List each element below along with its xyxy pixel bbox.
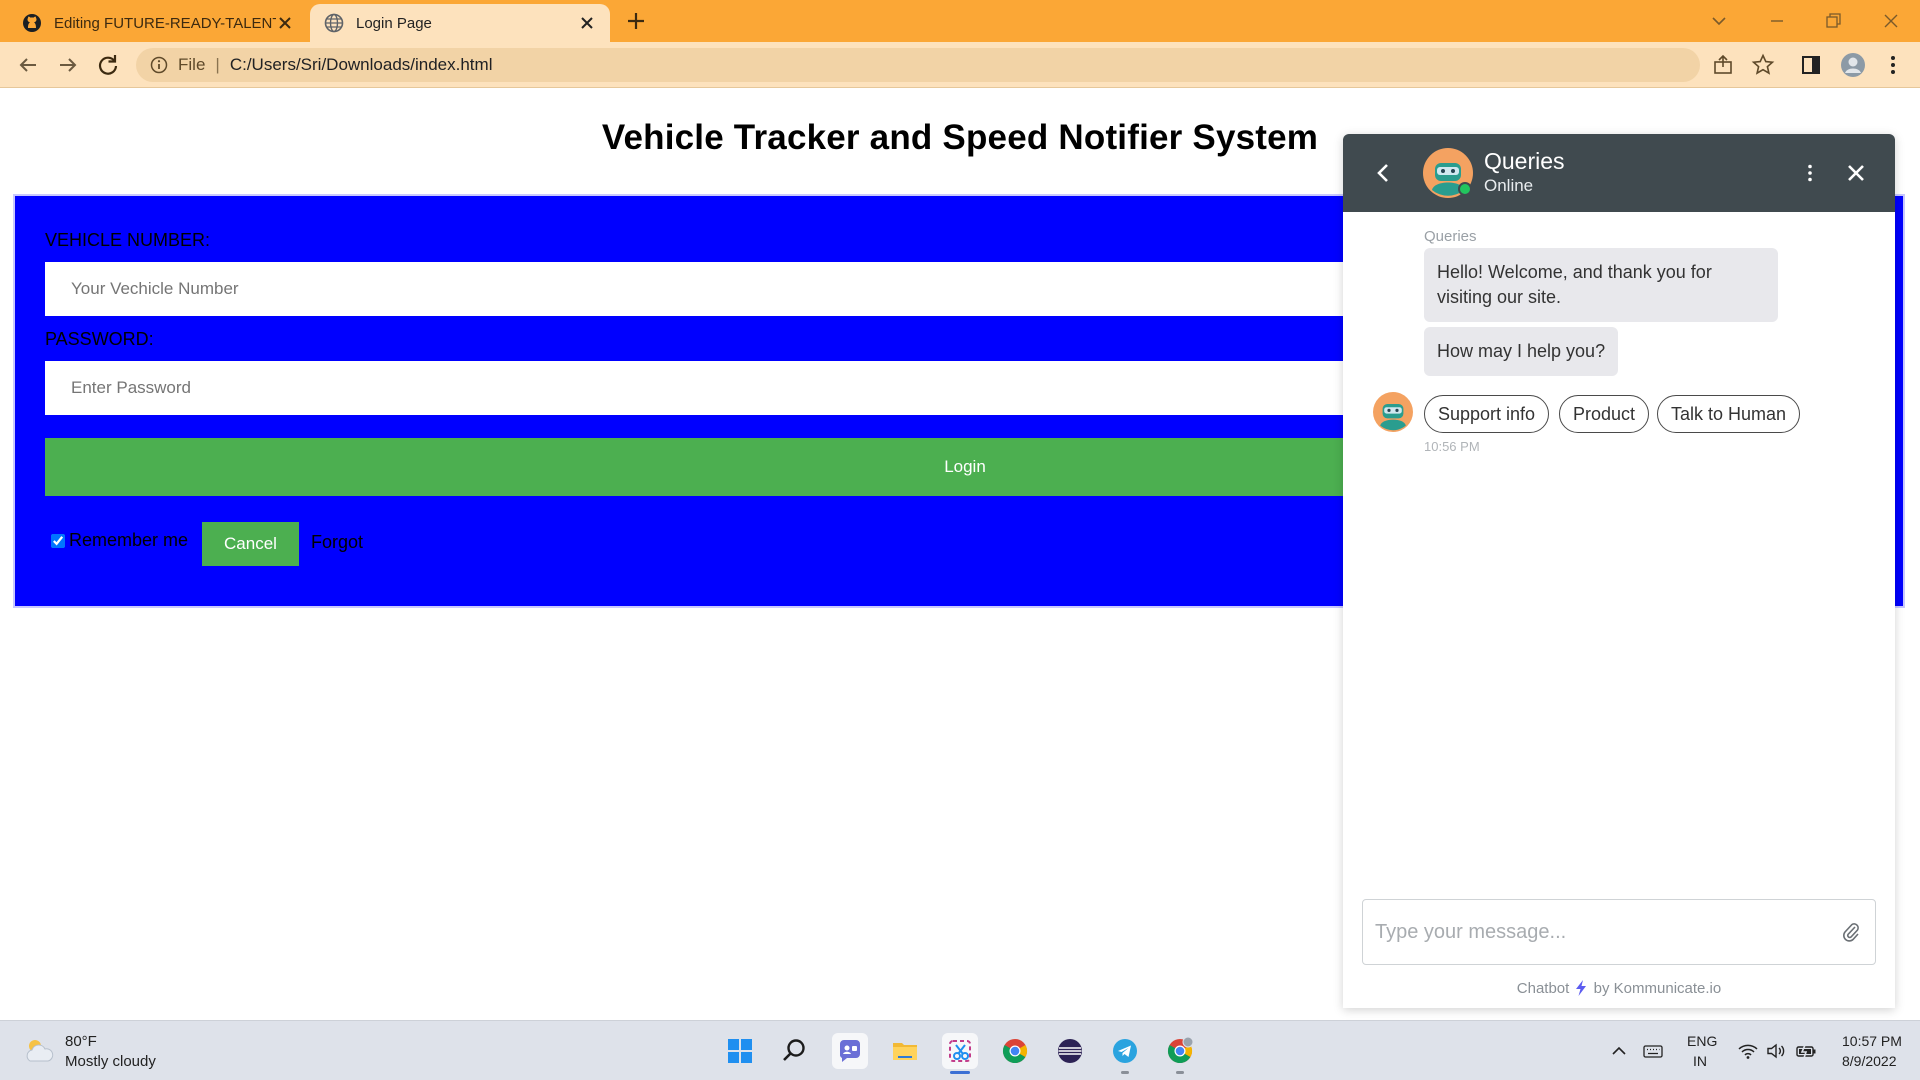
online-indicator [1458,182,1472,196]
close-chat-icon[interactable] [1843,160,1869,186]
lightning-icon [1576,980,1587,996]
remember-me-label: Remember me [69,530,189,550]
chevron-left-icon[interactable] [1371,160,1397,186]
address-url: C:/Users/Sri/Downloads/index.html [229,55,493,74]
chat-message-input[interactable] [1375,900,1815,964]
back-icon[interactable] [14,51,42,79]
password-label: PASSWORD: [45,329,154,349]
chat-header: Queries Online [1343,134,1895,212]
bookmark-star-icon[interactable] [1750,52,1776,78]
remember-me-checkbox[interactable] [51,533,65,548]
eclipse-icon [1058,1039,1082,1063]
chrome-icon [1002,1039,1028,1064]
browser-tab-bar: Editing FUTURE-READY-TALENT/ Login Page [0,0,1920,42]
message-time: 10:56 PM [1424,439,1480,454]
folder-icon [893,1043,917,1060]
minimize-icon[interactable] [1764,8,1790,34]
bot-avatar-icon [1373,392,1413,432]
start-button[interactable] [722,1033,758,1069]
weather-temperature: 80°F [65,1033,97,1050]
tab-title: Editing FUTURE-READY-TALENT/ [54,14,276,32]
message-sender: Queries [1424,228,1477,245]
keyboard-icon[interactable] [1642,1041,1664,1061]
browser-toolbar: File | C:/Users/Sri/Downloads/index.html [0,42,1920,88]
taskbar: 80°F Mostly cloudy ENG IN 10:57 PM 8/9/2… [0,1020,1920,1080]
reload-icon[interactable] [94,51,122,79]
clock-time[interactable]: 10:57 PM [1842,1033,1902,1049]
forward-icon[interactable] [54,51,82,79]
powered-prefix: Chatbot [1516,980,1570,997]
tab-editing-github[interactable]: Editing FUTURE-READY-TALENT/ [8,4,308,42]
remember-me: Remember me [51,530,188,551]
clock-date: 8/9/2022 [1842,1053,1897,1069]
forgot-link[interactable]: Forgot [311,532,363,553]
taskbar-chrome-profile[interactable] [1162,1033,1198,1069]
close-tab-icon[interactable] [276,14,294,32]
new-tab-icon[interactable] [624,9,648,33]
kommunicate-link[interactable]: by Kommunicate.io [1594,980,1722,997]
chat-input-box [1362,899,1876,965]
tab-title: Login Page [356,14,432,32]
close-window-icon[interactable] [1878,8,1904,34]
chat-widget: Queries Online Queries Hello! Welcome, a… [1343,134,1895,1008]
wifi-icon[interactable] [1737,1041,1759,1061]
vehicle-number-label: VEHICLE NUMBER: [45,230,211,250]
bot-name: Queries [1484,148,1565,174]
volume-icon[interactable] [1765,1041,1787,1061]
chat-app-icon [839,1040,860,1062]
github-icon [23,14,41,32]
running-indicator [1176,1071,1184,1074]
share-icon[interactable] [1710,52,1736,78]
taskbar-telegram[interactable] [1107,1033,1143,1069]
bot-status: Online [1484,176,1534,195]
taskbar-file-explorer[interactable] [887,1033,923,1069]
running-indicator [1121,1071,1129,1074]
globe-icon [324,13,344,33]
language-indicator[interactable]: ENG [1687,1033,1717,1049]
cancel-button[interactable]: Cancel [202,522,299,566]
profile-avatar-icon[interactable] [1840,52,1866,78]
taskbar-search[interactable] [777,1033,813,1069]
telegram-icon [1113,1039,1137,1063]
chat-message: How may I help you? [1424,327,1619,376]
taskbar-eclipse[interactable] [1052,1033,1088,1069]
chrome-icon [1167,1037,1194,1064]
address-bar[interactable]: File | C:/Users/Sri/Downloads/index.html [136,48,1700,82]
windows-start-icon [728,1039,752,1063]
powered-by: Chatbot by Kommunicate.io [1343,980,1895,997]
snipping-tool-icon [949,1040,971,1062]
quick-reply-support-info[interactable]: Support info [1424,395,1550,433]
quick-reply-talk-to-human[interactable]: Talk to Human [1657,395,1801,433]
partly-cloudy-icon[interactable] [22,1035,56,1065]
info-icon[interactable] [150,56,168,74]
weather-description: Mostly cloudy [65,1053,156,1070]
taskbar-snipping-tool[interactable] [942,1033,978,1069]
chevron-up-icon[interactable] [1608,1041,1630,1061]
quick-reply-product[interactable]: Product [1559,395,1650,433]
running-indicator [950,1071,970,1074]
tab-login-page[interactable]: Login Page [310,4,610,42]
chat-message: Hello! Welcome, and thank you for visiti… [1424,248,1778,322]
taskbar-chat[interactable] [832,1033,868,1069]
menu-kebab-icon[interactable] [1880,52,1906,78]
address-separator: | [215,55,220,74]
side-panel-icon[interactable] [1798,52,1824,78]
taskbar-chrome[interactable] [997,1033,1033,1069]
battery-icon[interactable] [1795,1041,1817,1061]
paperclip-icon[interactable] [1839,920,1863,944]
more-vertical-icon[interactable] [1797,160,1823,186]
restore-icon[interactable] [1820,8,1846,34]
close-tab-icon[interactable] [578,14,596,32]
tab-search-icon[interactable] [1706,8,1732,34]
address-scheme: File [178,55,206,74]
language-region: IN [1693,1053,1707,1069]
search-icon [783,1039,805,1061]
